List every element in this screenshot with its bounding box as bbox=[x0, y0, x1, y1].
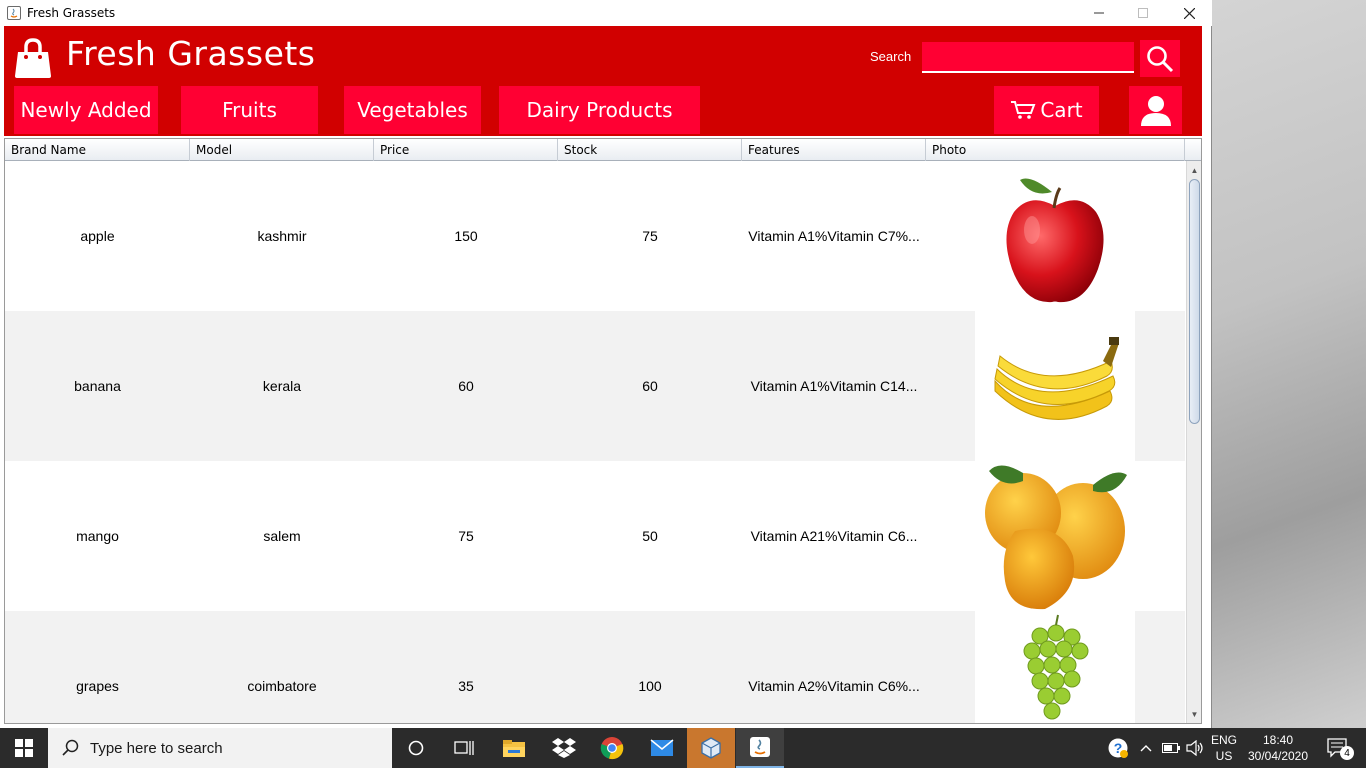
nav-vegetables[interactable]: Vegetables bbox=[344, 86, 481, 134]
dropbox-icon[interactable] bbox=[540, 728, 588, 768]
cell-features: Vitamin A2%Vitamin C6%... bbox=[748, 678, 920, 694]
column-header-model[interactable]: Model bbox=[190, 139, 374, 161]
cell-stock: 75 bbox=[642, 228, 658, 244]
cell-price: 150 bbox=[454, 228, 478, 244]
cell-stock: 60 bbox=[642, 378, 658, 394]
taskbar-search-placeholder: Type here to search bbox=[90, 739, 223, 757]
cell-brand: apple bbox=[80, 228, 115, 244]
app-header: Fresh Grassets Search Newly Added Fruits… bbox=[4, 26, 1202, 136]
window-title: Fresh Grassets bbox=[27, 6, 116, 20]
cell-features: Vitamin A1%Vitamin C7%... bbox=[748, 228, 920, 244]
cell-photo bbox=[975, 161, 1135, 311]
cortana-icon[interactable] bbox=[392, 728, 440, 768]
search-input[interactable] bbox=[922, 42, 1134, 73]
search-icon bbox=[62, 739, 79, 756]
nav-fruits[interactable]: Fruits bbox=[181, 86, 318, 134]
language-indicator[interactable]: ENG US bbox=[1208, 728, 1240, 768]
cell-photo bbox=[975, 461, 1135, 611]
cart-icon bbox=[1011, 101, 1036, 119]
region-label: US bbox=[1215, 749, 1233, 763]
cell-stock: 100 bbox=[638, 678, 662, 694]
cell-model: salem bbox=[263, 528, 301, 544]
table-row[interactable]: grapes coimbatore 35 100 Vitamin A2%Vita… bbox=[5, 611, 1185, 723]
table-row[interactable]: mango salem 75 50 Vitamin A21%Vitamin C6… bbox=[5, 461, 1185, 611]
scroll-up-arrow-icon[interactable]: ▲ bbox=[1187, 163, 1202, 177]
cell-features: Vitamin A1%Vitamin C14... bbox=[750, 378, 918, 394]
title-bar: Fresh Grassets bbox=[0, 0, 1212, 26]
apple-icon bbox=[1006, 178, 1104, 302]
cart-button[interactable]: Cart bbox=[994, 86, 1099, 134]
table-header: Brand Name Model Price Stock Features Ph… bbox=[5, 139, 1201, 161]
clock-date: 30/04/2020 bbox=[1247, 749, 1309, 763]
scroll-thumb[interactable] bbox=[1189, 179, 1200, 424]
column-header-price[interactable]: Price bbox=[374, 139, 558, 161]
grapes-icon bbox=[1023, 614, 1089, 720]
vertical-scrollbar[interactable]: ▲ ▼ bbox=[1186, 161, 1201, 723]
cell-price: 75 bbox=[458, 528, 474, 544]
cell-model: coimbatore bbox=[247, 678, 317, 694]
clock-time: 18:40 bbox=[1262, 733, 1294, 747]
cell-photo bbox=[975, 611, 1135, 723]
nav-newly-added[interactable]: Newly Added bbox=[14, 86, 158, 134]
user-profile-button[interactable] bbox=[1129, 86, 1182, 134]
chevron-up-icon[interactable] bbox=[1138, 728, 1154, 768]
file-explorer-icon[interactable] bbox=[490, 728, 538, 768]
search-icon bbox=[1147, 45, 1174, 72]
windows-logo-icon bbox=[15, 739, 33, 757]
language-label: ENG bbox=[1210, 733, 1237, 747]
table-row[interactable]: apple kashmir 150 75 Vitamin A1%Vitamin … bbox=[5, 161, 1185, 311]
close-button[interactable] bbox=[1166, 0, 1212, 26]
battery-icon[interactable] bbox=[1160, 728, 1182, 768]
desktop-background bbox=[1212, 0, 1366, 728]
cart-label: Cart bbox=[1040, 98, 1083, 122]
clock[interactable]: 18:40 30/04/2020 bbox=[1244, 728, 1312, 768]
volume-icon[interactable] bbox=[1184, 728, 1206, 768]
brand-title: Fresh Grassets bbox=[66, 34, 316, 73]
cell-price: 35 bbox=[458, 678, 474, 694]
column-header-photo[interactable]: Photo bbox=[926, 139, 1185, 161]
help-icon[interactable]: ? bbox=[1104, 728, 1132, 768]
search-label: Search bbox=[870, 49, 912, 64]
app-window: Fresh Grassets Fresh Grassets Search New… bbox=[0, 0, 1212, 728]
user-icon bbox=[1140, 96, 1171, 126]
java-app-icon bbox=[7, 6, 21, 20]
cell-photo bbox=[975, 311, 1135, 461]
cell-brand: mango bbox=[76, 528, 119, 544]
maximize-button[interactable] bbox=[1120, 0, 1166, 26]
mango-icon bbox=[985, 465, 1127, 610]
cell-features: Vitamin A21%Vitamin C6... bbox=[750, 528, 918, 544]
cell-brand: banana bbox=[74, 378, 121, 394]
cell-brand: grapes bbox=[76, 678, 119, 694]
cell-price: 60 bbox=[458, 378, 474, 394]
scroll-down-arrow-icon[interactable]: ▼ bbox=[1187, 707, 1202, 721]
task-view-icon[interactable] bbox=[440, 728, 488, 768]
chrome-icon[interactable] bbox=[588, 728, 636, 768]
table-body: apple kashmir 150 75 Vitamin A1%Vitamin … bbox=[5, 161, 1185, 723]
start-button[interactable] bbox=[0, 728, 48, 768]
taskbar-search-box[interactable]: Type here to search bbox=[48, 728, 392, 768]
column-header-features[interactable]: Features bbox=[742, 139, 926, 161]
mail-icon[interactable] bbox=[638, 728, 686, 768]
java-app-taskbar-icon[interactable] bbox=[736, 728, 784, 768]
cell-model: kerala bbox=[262, 378, 302, 394]
column-header-stock[interactable]: Stock bbox=[558, 139, 742, 161]
banana-icon bbox=[994, 337, 1119, 420]
virtualbox-icon[interactable] bbox=[687, 728, 735, 768]
nav-dairy-products[interactable]: Dairy Products bbox=[499, 86, 700, 134]
windows-taskbar: Type here to search ? ENG US 18:40 30/04… bbox=[0, 728, 1366, 768]
cell-stock: 50 bbox=[642, 528, 658, 544]
minimize-button[interactable] bbox=[1076, 0, 1122, 26]
table-row[interactable]: banana kerala 60 60 Vitamin A1%Vitamin C… bbox=[5, 311, 1185, 461]
product-table: Brand Name Model Price Stock Features Ph… bbox=[4, 138, 1202, 724]
shopping-bag-icon bbox=[15, 38, 51, 78]
column-header-brand-name[interactable]: Brand Name bbox=[5, 139, 190, 161]
notification-count-badge: 4 bbox=[1340, 746, 1354, 760]
cell-model: kashmir bbox=[257, 228, 307, 244]
search-button[interactable] bbox=[1140, 40, 1180, 77]
action-center-button[interactable]: 4 bbox=[1318, 728, 1358, 768]
